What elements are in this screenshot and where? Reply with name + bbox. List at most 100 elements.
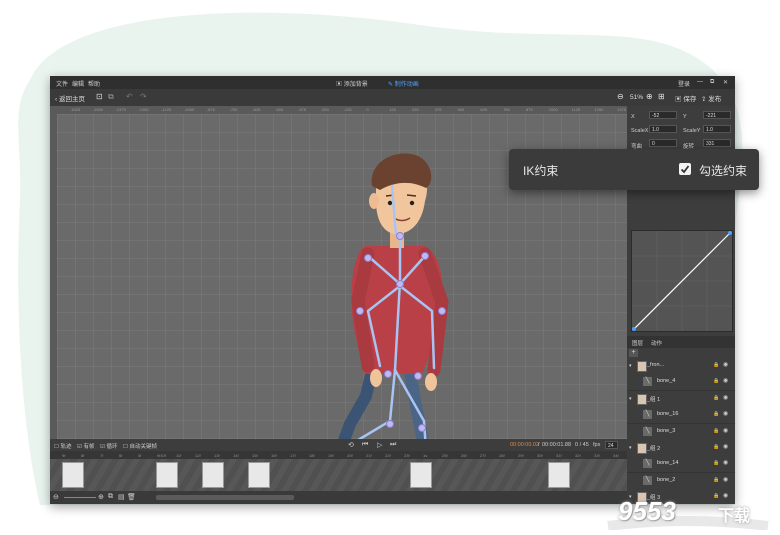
timeline-track[interactable] — [50, 459, 627, 491]
current-time: 00:00:00.02 — [510, 442, 540, 448]
save-button[interactable]: ▣ 保存 — [675, 93, 696, 103]
lock-icon[interactable]: 🔒 — [713, 395, 719, 401]
track-toggle[interactable]: ☐ 轨迹 — [54, 442, 71, 450]
login-link[interactable]: 登录 — [678, 79, 690, 88]
tab-add-background[interactable]: ▣ 添加背景 — [336, 79, 368, 88]
eye-icon[interactable]: ◉ — [723, 410, 728, 417]
redo-icon[interactable]: ↷ — [140, 92, 147, 101]
prev-frame-icon[interactable]: ⏮ — [362, 441, 368, 449]
lock-icon[interactable]: 🔒 — [713, 428, 719, 434]
eye-icon[interactable]: ◉ — [723, 377, 728, 384]
save-button-label: 保存 — [683, 96, 697, 103]
layer-row[interactable]: ╲ bone_4 🔒 ◉ — [627, 374, 735, 392]
expand-arrow-icon[interactable]: ▾ — [629, 363, 632, 369]
keyframe-thumb[interactable] — [62, 462, 84, 488]
scalex-input[interactable]: 1.0 — [649, 125, 677, 133]
keyframe-thumb[interactable] — [202, 462, 224, 488]
easing-curve-editor[interactable] — [631, 230, 733, 332]
right-hand — [425, 373, 437, 391]
scaley-input[interactable]: 1.0 — [703, 125, 731, 133]
save-icon: ▣ — [675, 96, 682, 103]
menu-help[interactable]: 帮助 — [88, 79, 100, 88]
keyframe-thumb[interactable] — [248, 462, 270, 488]
lock-icon[interactable]: 🔒 — [713, 362, 719, 368]
tab-actions[interactable]: 动作 — [651, 339, 662, 347]
play-icon[interactable]: ▷ — [377, 441, 382, 449]
lock-icon[interactable]: 🔒 — [713, 444, 719, 450]
x-input[interactable]: -52 — [649, 111, 677, 119]
lock-icon[interactable]: 🔒 — [713, 411, 719, 417]
eye-icon[interactable]: ◉ — [723, 459, 728, 466]
layer-name: bone_16 — [657, 411, 679, 418]
close-icon[interactable]: ✕ — [723, 79, 728, 86]
paste-frame-icon[interactable]: ▤ — [118, 493, 125, 501]
ik-constraint-popup: IK约束 勾选约束 — [509, 149, 759, 190]
layer-name: _组 2 — [647, 446, 661, 452]
eye-icon[interactable]: ◉ — [723, 427, 728, 434]
zoom-in-icon[interactable]: ⊕ — [98, 493, 104, 501]
timeline-ruler-tick: 11f — [176, 453, 182, 458]
zoom-out-icon[interactable]: ⊖ — [53, 493, 59, 501]
eye-icon[interactable]: ◉ — [723, 361, 728, 368]
zoom-out-icon[interactable]: ⊖ — [617, 92, 624, 101]
lock-icon[interactable]: 🔒 — [713, 378, 719, 384]
expand-arrow-icon[interactable]: ▾ — [629, 445, 632, 451]
lock-icon[interactable]: 🔒 — [713, 477, 719, 483]
expand-arrow-icon[interactable]: ▾ — [629, 396, 632, 402]
has-frames-toggle[interactable]: ☑ 有帧 — [77, 442, 94, 450]
layer-thumbnail — [637, 443, 647, 454]
copy-frame-icon[interactable]: ⧉ — [108, 493, 113, 501]
layer-name: _fron... — [647, 362, 665, 368]
add-layer-button[interactable]: + — [629, 349, 638, 357]
import-icon[interactable]: ⊡ — [96, 92, 103, 101]
eye-icon[interactable]: ◉ — [723, 394, 728, 401]
timeline-ruler-tick: 16f — [271, 453, 277, 458]
rewind-icon[interactable]: ⟲ — [348, 441, 354, 449]
eye-icon[interactable]: ◉ — [723, 476, 728, 483]
keyframe-thumb[interactable] — [548, 462, 570, 488]
timeline-ruler-tick: 14f — [233, 453, 239, 458]
y-input[interactable]: -221 — [703, 111, 731, 119]
timeline-scrollbar[interactable] — [156, 495, 294, 500]
back-button[interactable]: ‹ 返回主页 — [55, 93, 85, 103]
layer-row[interactable]: ▾ _组 1 🔒 ◉ — [627, 390, 735, 408]
tab-make-animation[interactable]: ✎ 制作动画 — [388, 79, 419, 88]
lock-icon[interactable]: 🔒 — [713, 460, 719, 466]
loop-toggle[interactable]: ☑ 循环 — [100, 442, 117, 450]
timeline-panel: ☐ 轨迹 ☑ 有帧 ☑ 循环 ☐ 自动关键帧 ⟲ ⏮ ▷ ⏭ 00:00:00.… — [50, 439, 627, 504]
timeline-zoom-slider[interactable] — [64, 497, 96, 498]
copy-icon[interactable]: ⧉ — [108, 92, 114, 102]
maximize-icon[interactable]: ⧉ — [710, 79, 714, 86]
layer-row[interactable]: ╲ bone_16 🔒 ◉ — [627, 407, 735, 425]
timeline-ruler-tick: 9f10f — [157, 453, 166, 458]
brush-icon: ✎ — [388, 82, 394, 88]
layer-row[interactable]: ▾ _fron... 🔒 ◉ — [627, 358, 735, 375]
delete-frame-icon[interactable]: 🗑 — [127, 493, 136, 501]
back-button-label: 返回主页 — [58, 96, 85, 103]
fit-screen-icon[interactable]: ⊞ — [658, 92, 665, 101]
layer-row[interactable]: ╲ bone_2 🔒 ◉ — [627, 472, 735, 490]
menu-file[interactable]: 文件 — [56, 79, 68, 88]
timeline-ruler-tick: 30f — [537, 453, 543, 458]
minimize-icon[interactable]: — — [697, 79, 703, 85]
timeline-ruler-tick: 1s — [423, 453, 428, 458]
layer-row[interactable]: ╲ bone_3 🔒 ◉ — [627, 423, 735, 441]
auto-keyframe-toggle[interactable]: ☐ 自动关键帧 — [123, 442, 157, 450]
keyframe-thumb[interactable] — [410, 462, 432, 488]
zoom-in-icon[interactable]: ⊕ — [646, 92, 653, 101]
time-separator: / — [538, 442, 540, 448]
rotate-input[interactable]: 331 — [703, 139, 731, 147]
eye-icon[interactable]: ◉ — [723, 443, 728, 450]
publish-button[interactable]: ⇪ 发布 — [701, 93, 721, 103]
fps-input[interactable]: 24 — [605, 441, 618, 449]
next-frame-icon[interactable]: ⏭ — [390, 441, 396, 449]
skew-input[interactable]: 0 — [649, 139, 677, 147]
tab-layers[interactable]: 图层 — [632, 339, 643, 347]
timeline-ruler-tick: 5f — [138, 453, 142, 458]
menu-edit[interactable]: 编辑 — [72, 79, 84, 88]
layer-row[interactable]: ▾ _组 2 🔒 ◉ — [627, 440, 735, 457]
keyframe-thumb[interactable] — [156, 462, 178, 488]
ik-constraint-checkbox[interactable] — [679, 163, 691, 175]
undo-icon[interactable]: ↶ — [126, 92, 133, 101]
layer-row[interactable]: ╲ bone_14 🔒 ◉ — [627, 456, 735, 474]
